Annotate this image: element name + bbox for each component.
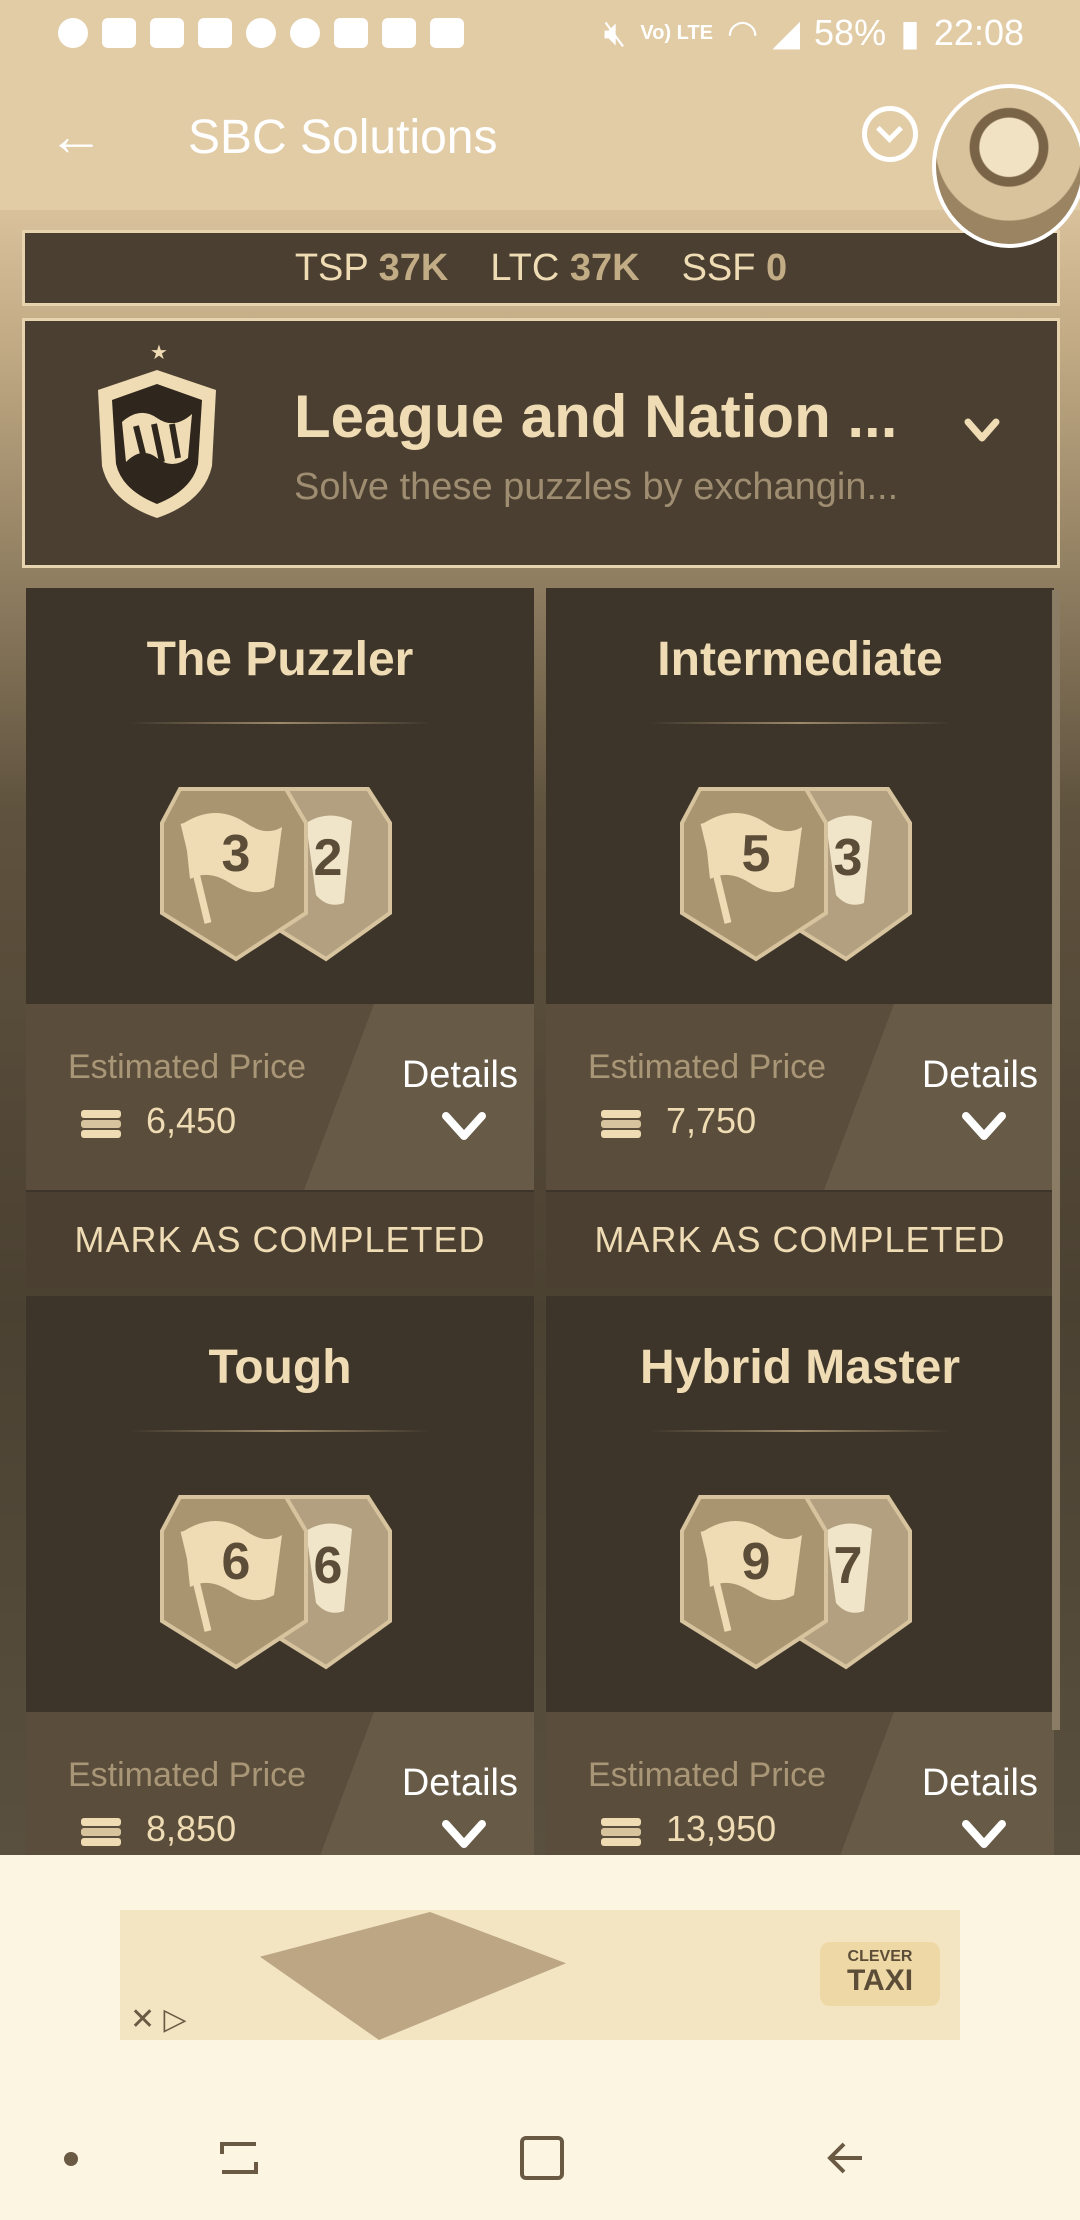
challenge-title: Hybrid Master	[639, 1341, 961, 1394]
price-panel: Estimated Price 13,950 Details	[546, 1712, 1054, 1855]
youtube-icon	[150, 18, 184, 48]
arrow-left-icon: ←	[48, 104, 104, 167]
ad-brand-line1: CLEVER	[847, 1948, 913, 1965]
coins-icon	[81, 1818, 121, 1846]
stat-tsp: TSP 37K	[294, 246, 449, 289]
volte-indicator: Vo) LTE	[640, 22, 713, 44]
price-label: Estimated Price	[68, 1756, 307, 1794]
divider	[650, 722, 950, 724]
requirement-badges: 7 9	[680, 1495, 912, 1670]
mute-icon: 🔇︎	[603, 11, 627, 53]
snapchat-icon	[58, 18, 88, 48]
ad-close-icon[interactable]: ✕ ▷	[130, 2002, 187, 2037]
status-bar: 🔇︎ Vo) LTE ◠ ◢ 58% ▮ 22:08	[0, 0, 1080, 66]
accessibility-icon	[290, 18, 320, 48]
ad-brand-line2: TAXI	[846, 1964, 914, 1997]
requirement-badges: 3 5	[680, 787, 912, 962]
chevron-down-icon[interactable]	[962, 410, 1002, 450]
badge-league-count: 3	[222, 825, 251, 883]
price-label: Estimated Price	[588, 1756, 827, 1794]
stats-bar: TSP 37K LTC 37K SSF 0	[22, 230, 1060, 306]
requirement-badges: 6 6	[160, 1495, 392, 1670]
price-label: Estimated Price	[588, 1048, 827, 1086]
price-panel: Estimated Price 8,850 Details	[26, 1712, 534, 1855]
activity-icon	[430, 18, 464, 48]
challenge-card[interactable]: Tough 6 6 Estimated Price 8,850 Details	[26, 1296, 534, 1855]
accessibility-icon	[246, 18, 276, 48]
challenge-card[interactable]: The Puzzler 2 3 Estimated Price 6,450 De…	[26, 588, 534, 1288]
notification-icons	[58, 18, 464, 48]
details-button[interactable]: Details	[402, 1762, 518, 1805]
youtube-icon	[102, 18, 136, 48]
challenge-card[interactable]: Hybrid Master 7 9 Estimated Price 13,950…	[546, 1296, 1054, 1855]
estimated-price: 8,850	[146, 1808, 237, 1849]
stat-ltc: LTC 37K	[490, 246, 640, 289]
gallery-icon	[382, 18, 416, 48]
chevron-down-circle-icon[interactable]	[862, 106, 918, 162]
estimated-price: 7,750	[666, 1100, 757, 1141]
requirement-badges: 2 3	[160, 787, 392, 962]
chevron-down-icon[interactable]	[960, 1108, 1008, 1144]
price-label: Estimated Price	[68, 1048, 307, 1086]
shield-flag-icon	[98, 370, 216, 518]
page-title: SBC Solutions	[188, 111, 498, 164]
details-button[interactable]: Details	[402, 1054, 518, 1097]
signal-icon: ◢	[772, 12, 801, 53]
details-button[interactable]: Details	[922, 1762, 1038, 1805]
challenge-title: Intermediate	[657, 633, 943, 686]
divider	[130, 1430, 430, 1432]
badge-league-count: 5	[742, 825, 771, 883]
badge-league-count: 9	[742, 1533, 771, 1591]
mark-as-completed-button[interactable]: MARK AS COMPLETED	[26, 1192, 534, 1288]
home-icon[interactable]	[520, 2136, 564, 2180]
clock: 22:08	[933, 12, 1024, 53]
badge-nation-count: 2	[314, 829, 343, 887]
youtube-icon	[198, 18, 232, 48]
estimated-price: 6,450	[146, 1100, 237, 1141]
details-button[interactable]: Details	[922, 1054, 1038, 1097]
challenge-title: Tough	[208, 1341, 352, 1394]
coins-icon	[601, 1818, 641, 1846]
estimated-price: 13,950	[666, 1808, 777, 1849]
screenshot-icon	[334, 18, 368, 48]
coins-icon	[601, 1110, 641, 1138]
back-icon[interactable]	[822, 2134, 870, 2182]
group-title: League and Nation ...	[294, 383, 898, 450]
avatar[interactable]	[932, 84, 1080, 248]
badge-nation-count: 3	[834, 829, 863, 887]
divider	[650, 1430, 950, 1432]
chevron-down-icon[interactable]	[440, 1108, 488, 1144]
challenge-card[interactable]: Intermediate 3 5 Estimated Price 7,750 D…	[546, 588, 1054, 1288]
badge-nation-count: 6	[314, 1537, 343, 1595]
star-icon: ★	[150, 342, 168, 364]
nav-hide-dot[interactable]	[64, 2152, 78, 2166]
badge-league-count: 6	[222, 1533, 251, 1591]
wifi-icon: ◠	[726, 12, 759, 53]
chevron-down-icon[interactable]	[960, 1816, 1008, 1852]
system-icons: 🔇︎ Vo) LTE ◠ ◢ 58% ▮ 22:08	[604, 12, 1024, 55]
back-button[interactable]: ←	[46, 106, 106, 166]
coins-icon	[81, 1110, 121, 1138]
ad-logo: CLEVER TAXI	[820, 1942, 940, 2006]
price-panel: Estimated Price 7,750 Details	[546, 1004, 1054, 1190]
divider	[130, 722, 430, 724]
recent-apps-icon[interactable]	[216, 2136, 262, 2180]
price-panel: Estimated Price 6,450 Details	[26, 1004, 534, 1190]
chevron-down-icon[interactable]	[440, 1816, 488, 1852]
battery-percent: 58%	[814, 12, 887, 53]
battery-icon: ▮	[900, 12, 920, 53]
challenge-title: The Puzzler	[146, 633, 414, 686]
scrollbar[interactable]	[1052, 590, 1060, 1730]
group-description: Solve these puzzles by exchangin...	[294, 466, 899, 508]
app-bar: ← SBC Solutions	[0, 66, 1080, 210]
stat-ssf: SSF 0	[681, 246, 788, 289]
badge-nation-count: 7	[834, 1537, 863, 1595]
mark-as-completed-button[interactable]: MARK AS COMPLETED	[546, 1192, 1054, 1288]
